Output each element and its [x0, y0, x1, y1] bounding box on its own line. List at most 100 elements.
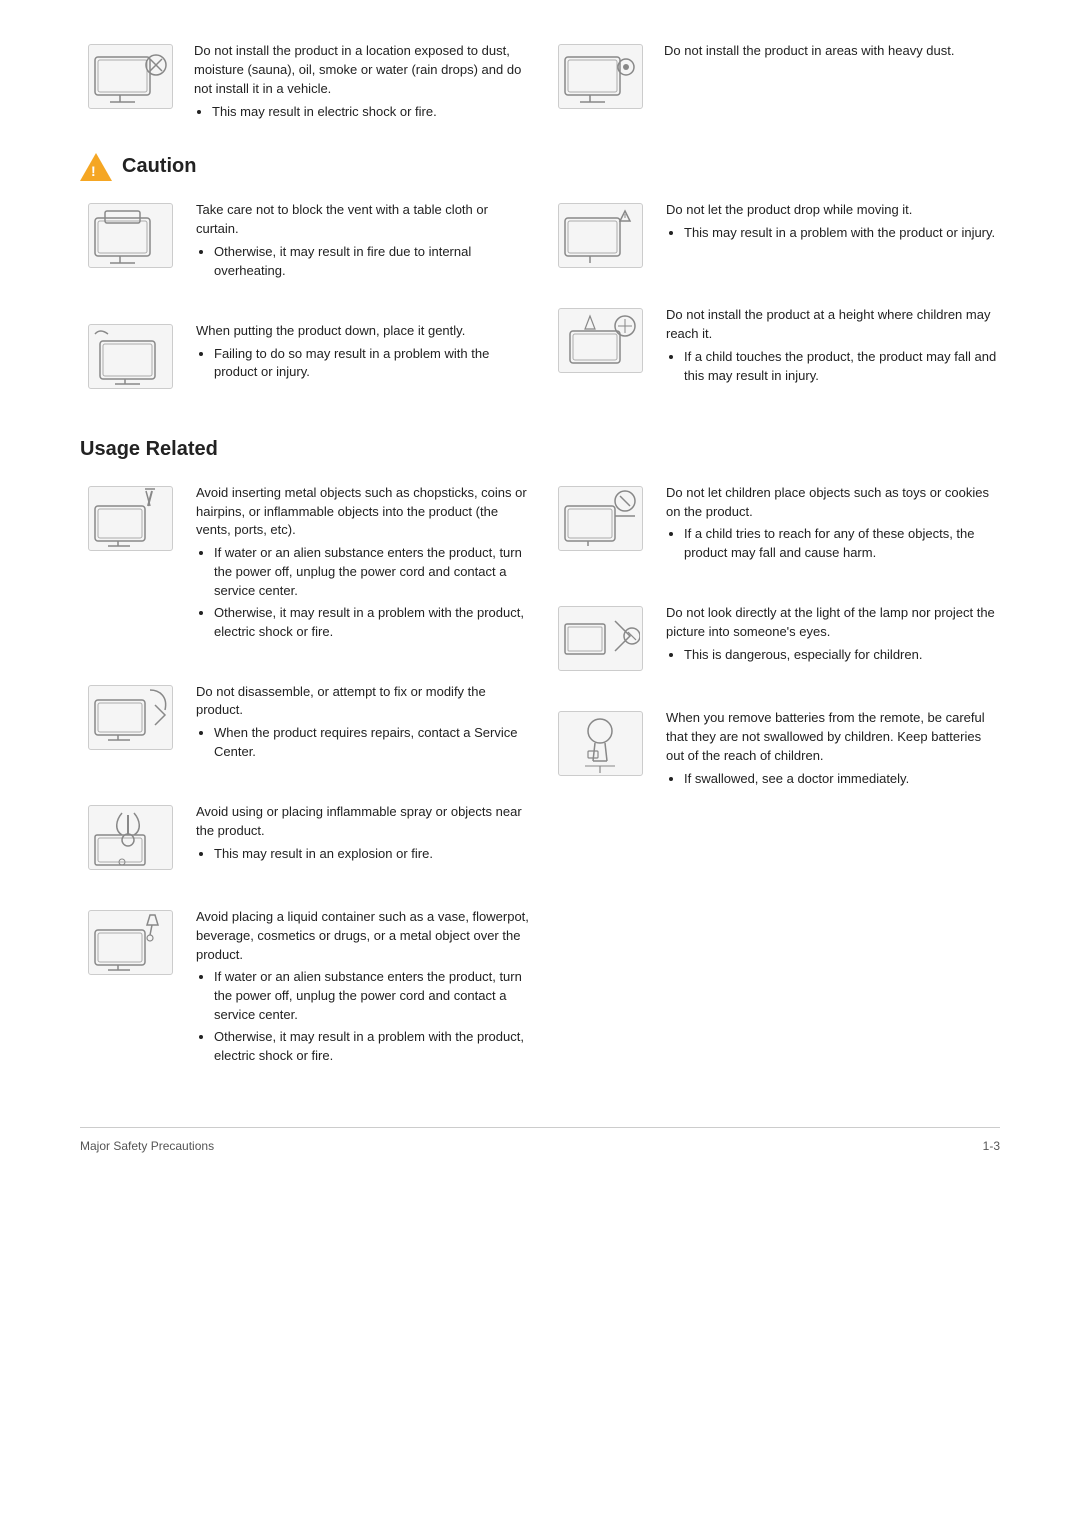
usage-left-3-icon — [88, 805, 173, 870]
caution-triangle-icon — [80, 153, 112, 181]
caution-left: Take care not to block the vent with a t… — [80, 199, 530, 406]
usage-left-4-icon-cell — [80, 906, 180, 1069]
usage-right-1-text: Do not let children place objects such a… — [666, 482, 1000, 566]
usage-right-2-block: Do not look directly at the light of the… — [550, 602, 1000, 671]
caution-right-1-main: Do not let the product drop while moving… — [666, 201, 1000, 220]
caution-left-2-bullet-1: Failing to do so may result in a problem… — [214, 345, 530, 383]
caution-left-1-block: Take care not to block the vent with a t… — [80, 199, 530, 283]
usage-right-3-bullet-1: If swallowed, see a doctor immediately. — [684, 770, 1000, 789]
caution-right-1-bullets: This may result in a problem with the pr… — [684, 224, 1000, 243]
usage-left-4-main: Avoid placing a liquid container such as… — [196, 908, 530, 965]
usage-right-1-bullet-1: If a child tries to reach for any of the… — [684, 525, 1000, 563]
top-right-icon — [558, 44, 643, 109]
usage-right-3-block: When you remove batteries from the remot… — [550, 707, 1000, 791]
usage-left-1-text: Avoid inserting metal objects such as ch… — [196, 482, 530, 645]
caution-right-1-block: Do not let the product drop while moving… — [550, 199, 1000, 268]
usage-left-4-block: Avoid placing a liquid container such as… — [80, 906, 530, 1069]
caution-section: Take care not to block the vent with a t… — [80, 199, 1000, 406]
caution-right-2-block: Do not install the product at a height w… — [550, 304, 1000, 388]
usage-right-1-block: Do not let children place objects such a… — [550, 482, 1000, 566]
caution-left-2-bullets: Failing to do so may result in a problem… — [214, 345, 530, 383]
usage-left-3-main: Avoid using or placing inflammable spray… — [196, 803, 530, 841]
usage-right-3-icon — [558, 711, 643, 776]
usage-left-3-text: Avoid using or placing inflammable spray… — [196, 801, 530, 870]
usage-right: Do not let children place objects such a… — [550, 482, 1000, 1087]
usage-left-1-bullets: If water or an alien substance enters th… — [214, 544, 530, 641]
caution-left-1-icon-cell — [80, 199, 180, 283]
usage-header: Usage Related — [80, 435, 1000, 464]
caution-left-2-main: When putting the product down, place it … — [196, 322, 530, 341]
top-left-main: Do not install the product in a location… — [194, 42, 530, 99]
usage-left-4-bullet-2: Otherwise, it may result in a problem wi… — [214, 1028, 530, 1066]
usage-right-3-bullets: If swallowed, see a doctor immediately. — [684, 770, 1000, 789]
caution-left-1-icon — [88, 203, 173, 268]
usage-right-2-icon-cell — [550, 602, 650, 671]
caution-right-2-icon-cell — [550, 304, 650, 388]
caution-left-1-bullet-1: Otherwise, it may result in fire due to … — [214, 243, 530, 281]
top-left-bullet-1: This may result in electric shock or fir… — [212, 103, 530, 122]
caution-left-2-icon-cell — [80, 320, 180, 389]
top-right-text: Do not install the product in areas with… — [664, 40, 1000, 124]
usage-left-2-bullets: When the product requires repairs, conta… — [214, 724, 530, 762]
usage-right-2-icon — [558, 606, 643, 671]
usage-right-3-text: When you remove batteries from the remot… — [666, 707, 1000, 791]
usage-right-2-text: Do not look directly at the light of the… — [666, 602, 1000, 671]
usage-left-2-main: Do not disassemble, or attempt to fix or… — [196, 683, 530, 721]
caution-left-1-bullets: Otherwise, it may result in fire due to … — [214, 243, 530, 281]
usage-right-2-bullets: This is dangerous, especially for childr… — [684, 646, 1000, 665]
caution-left-2-block: When putting the product down, place it … — [80, 320, 530, 389]
caution-title: Caution — [122, 152, 196, 181]
caution-left-1-text: Take care not to block the vent with a t… — [196, 199, 530, 283]
footer-right: 1-3 — [983, 1138, 1000, 1155]
caution-right-1-icon-cell — [550, 199, 650, 268]
usage-left-1-icon — [88, 486, 173, 551]
usage-left: Avoid inserting metal objects such as ch… — [80, 482, 530, 1087]
usage-left-3-icon-cell — [80, 801, 180, 870]
usage-left-1-bullet-2: Otherwise, it may result in a problem wi… — [214, 604, 530, 642]
caution-right-1-text: Do not let the product drop while moving… — [666, 199, 1000, 268]
usage-left-1-main: Avoid inserting metal objects such as ch… — [196, 484, 530, 541]
top-right-main: Do not install the product in areas with… — [664, 42, 1000, 61]
usage-left-1-block: Avoid inserting metal objects such as ch… — [80, 482, 530, 645]
usage-left-2-icon-cell — [80, 681, 180, 765]
top-left-icon — [88, 44, 173, 109]
usage-section: Avoid inserting metal objects such as ch… — [80, 482, 1000, 1087]
caution-left-1-main: Take care not to block the vent with a t… — [196, 201, 530, 239]
caution-right-1-icon — [558, 203, 643, 268]
caution-right-2-text: Do not install the product at a height w… — [666, 304, 1000, 388]
caution-right-2-main: Do not install the product at a height w… — [666, 306, 1000, 344]
usage-title: Usage Related — [80, 438, 218, 460]
caution-right-1-bullet-1: This may result in a problem with the pr… — [684, 224, 1000, 243]
usage-right-2-bullet-1: This is dangerous, especially for childr… — [684, 646, 1000, 665]
usage-right-1-icon-cell — [550, 482, 650, 566]
usage-left-2-icon — [88, 685, 173, 750]
usage-right-1-bullets: If a child tries to reach for any of the… — [684, 525, 1000, 563]
usage-left-1-bullet-1: If water or an alien substance enters th… — [214, 544, 530, 601]
usage-left-4-icon — [88, 910, 173, 975]
footer: Major Safety Precautions 1-3 — [80, 1127, 1000, 1155]
top-left-text: Do not install the product in a location… — [194, 40, 530, 124]
caution-right: Do not let the product drop while moving… — [550, 199, 1000, 406]
usage-left-3-block: Avoid using or placing inflammable spray… — [80, 801, 530, 870]
caution-right-2-icon — [558, 308, 643, 373]
top-left-icon-cell — [80, 40, 180, 124]
usage-left-3-bullet-1: This may result in an explosion or fire. — [214, 845, 530, 864]
usage-right-2-main: Do not look directly at the light of the… — [666, 604, 1000, 642]
usage-left-4-text: Avoid placing a liquid container such as… — [196, 906, 530, 1069]
usage-left-2-bullet-1: When the product requires repairs, conta… — [214, 724, 530, 762]
top-right-icon-cell — [550, 40, 650, 124]
usage-left-4-bullets: If water or an alien substance enters th… — [214, 968, 530, 1065]
top-section: Do not install the product in a location… — [80, 40, 1000, 124]
usage-left-2-block: Do not disassemble, or attempt to fix or… — [80, 681, 530, 765]
usage-right-1-icon — [558, 486, 643, 551]
usage-left-3-bullets: This may result in an explosion or fire. — [214, 845, 530, 864]
usage-right-1-main: Do not let children place objects such a… — [666, 484, 1000, 522]
caution-header: Caution — [80, 152, 1000, 181]
caution-left-2-text: When putting the product down, place it … — [196, 320, 530, 389]
top-right-col: Do not install the product in areas with… — [550, 40, 1000, 124]
usage-left-2-text: Do not disassemble, or attempt to fix or… — [196, 681, 530, 765]
top-left-bullets: This may result in electric shock or fir… — [212, 103, 530, 122]
top-left-col: Do not install the product in a location… — [80, 40, 530, 124]
caution-right-2-bullets: If a child touches the product, the prod… — [684, 348, 1000, 386]
caution-right-2-bullet-1: If a child touches the product, the prod… — [684, 348, 1000, 386]
